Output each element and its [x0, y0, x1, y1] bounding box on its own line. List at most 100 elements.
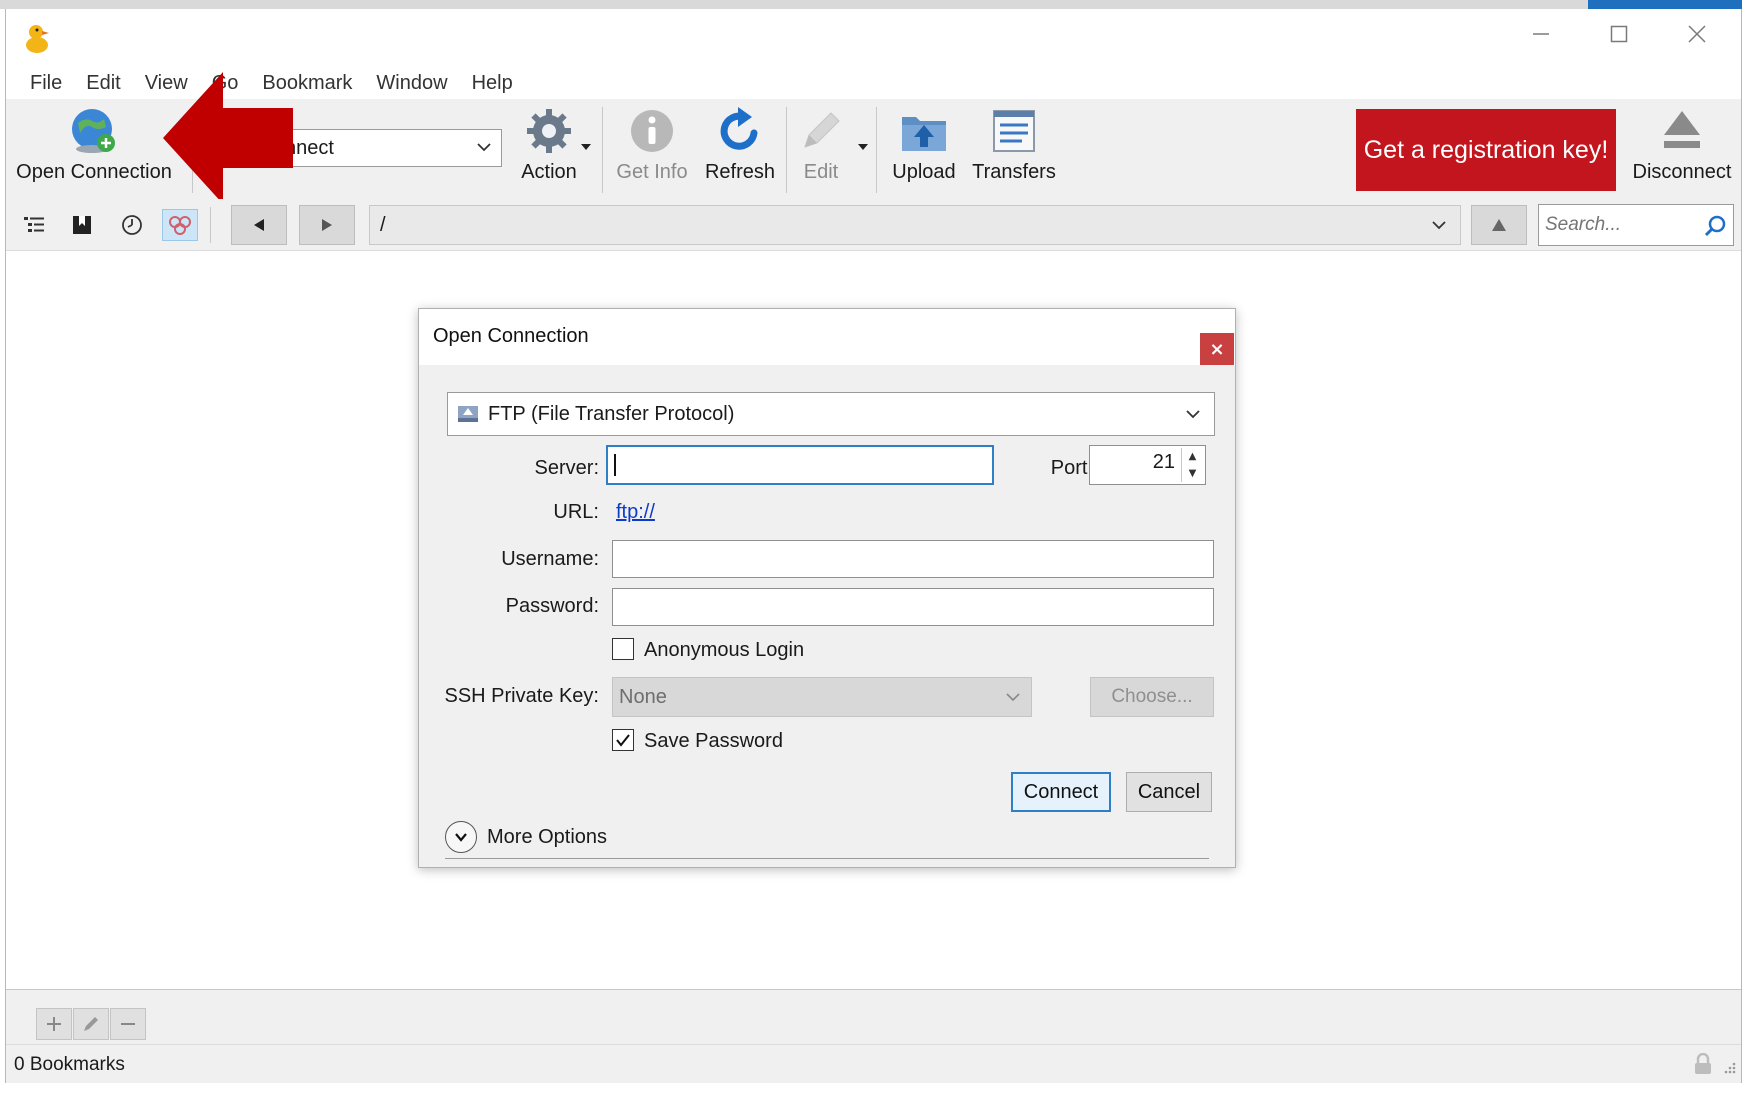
- plus-icon: [47, 1017, 61, 1031]
- protocol-select[interactable]: FTP (File Transfer Protocol): [447, 392, 1215, 436]
- search-field[interactable]: [1538, 204, 1734, 246]
- ssh-key-select[interactable]: None: [612, 677, 1032, 717]
- up-arrow-icon: [1492, 219, 1506, 231]
- menu-file[interactable]: File: [18, 72, 74, 95]
- open-connection-button[interactable]: Open Connection: [14, 105, 174, 195]
- parent-directory-button[interactable]: [1471, 205, 1527, 245]
- toolbar-separator: [786, 107, 787, 193]
- transfers-label: Transfers: [972, 161, 1056, 183]
- quick-connect-combo[interactable]: nnect: [274, 129, 502, 167]
- back-arrow-icon: [254, 219, 264, 231]
- eject-icon: [1656, 105, 1708, 157]
- cancel-button[interactable]: Cancel: [1126, 772, 1212, 812]
- window-close-button[interactable]: [1667, 19, 1727, 49]
- password-input[interactable]: [613, 589, 1213, 625]
- chevron-down-icon: [477, 143, 491, 152]
- spin-up-icon[interactable]: ▲: [1182, 448, 1203, 465]
- minimize-button[interactable]: [1511, 19, 1571, 49]
- connect-button[interactable]: Connect: [1011, 772, 1111, 812]
- desktop-background: [0, 0, 1742, 9]
- menu-help[interactable]: Help: [460, 72, 525, 95]
- path-bar: /: [6, 199, 1741, 251]
- more-options-divider: [445, 858, 1209, 859]
- refresh-button[interactable]: Refresh: [700, 105, 780, 195]
- password-field[interactable]: [612, 588, 1214, 626]
- username-label: Username:: [501, 548, 599, 570]
- open-connection-dialog: Open Connection × FTP (File Transfer Pro…: [418, 308, 1236, 868]
- pathbar-separator: [210, 207, 211, 243]
- search-input[interactable]: [1545, 214, 1695, 236]
- url-label: URL:: [553, 501, 599, 523]
- bookmark-count: 0 Bookmarks: [14, 1054, 125, 1075]
- edit-label: Edit: [803, 161, 839, 183]
- chevron-down-icon: [1432, 221, 1446, 230]
- refresh-label: Refresh: [704, 161, 776, 183]
- search-icon: [1704, 215, 1726, 237]
- edit-button[interactable]: Edit: [791, 105, 851, 195]
- more-options-label: More Options: [487, 825, 608, 848]
- username-field[interactable]: [612, 540, 1214, 578]
- chevron-down-icon: [1186, 410, 1200, 419]
- anonymous-login-checkbox[interactable]: [612, 638, 634, 660]
- gear-icon: [523, 105, 575, 157]
- more-options-toggle[interactable]: More Options: [445, 821, 607, 853]
- server-field[interactable]: [606, 445, 994, 485]
- outline-view-icon[interactable]: [16, 209, 52, 241]
- anonymous-login-label: Anonymous Login: [644, 639, 805, 661]
- registration-button[interactable]: Get a registration key!: [1356, 109, 1616, 191]
- port-stepper[interactable]: 21 ▲ ▼: [1089, 445, 1206, 485]
- path-combo[interactable]: /: [369, 205, 1461, 245]
- maximize-button[interactable]: [1589, 19, 1649, 49]
- drive-icon: [458, 406, 478, 422]
- annotation-arrow-icon: [163, 72, 293, 204]
- port-value: 21: [1152, 451, 1175, 473]
- info-icon: [626, 105, 678, 157]
- toolbar-separator: [876, 107, 877, 193]
- resize-grip-icon[interactable]: [1721, 1059, 1737, 1075]
- bonjour-icon[interactable]: [162, 209, 198, 241]
- upload-folder-icon: [898, 105, 950, 157]
- delete-bookmark-button[interactable]: [110, 1008, 146, 1040]
- chevron-down-circle-icon: [445, 821, 477, 853]
- menu-edit[interactable]: Edit: [74, 72, 132, 95]
- save-password-label: Save Password: [644, 730, 783, 752]
- add-bookmark-button[interactable]: [36, 1008, 72, 1040]
- protocol-value: FTP (File Transfer Protocol): [488, 402, 735, 425]
- back-button[interactable]: [231, 205, 287, 245]
- url-link[interactable]: ftp://: [616, 501, 655, 524]
- path-value: /: [380, 213, 386, 236]
- lock-icon: [1695, 1053, 1711, 1074]
- duck-icon: [22, 19, 52, 55]
- text-caret: [614, 454, 616, 476]
- ssh-key-value: None: [619, 685, 667, 708]
- dialog-title-bar: Open Connection: [419, 309, 1235, 365]
- transfers-icon: [988, 105, 1040, 157]
- save-password-checkbox[interactable]: [612, 729, 634, 751]
- toolbar-separator: [602, 107, 603, 193]
- port-spinner[interactable]: ▲ ▼: [1181, 448, 1203, 482]
- menu-window[interactable]: Window: [364, 72, 459, 95]
- username-input[interactable]: [613, 541, 1213, 577]
- forward-arrow-icon: [322, 219, 332, 231]
- upload-label: Upload: [892, 161, 956, 183]
- spin-down-icon[interactable]: ▼: [1182, 465, 1203, 482]
- edit-bookmark-button[interactable]: [73, 1008, 109, 1040]
- dropdown-caret-icon: [581, 144, 591, 150]
- pencil-icon: [84, 1017, 98, 1031]
- disconnect-button[interactable]: Disconnect: [1626, 105, 1738, 195]
- dropdown-caret-icon: [858, 144, 868, 150]
- upload-button[interactable]: Upload: [884, 105, 964, 195]
- transfers-button[interactable]: Transfers: [966, 105, 1062, 195]
- choose-key-button[interactable]: Choose...: [1090, 677, 1214, 717]
- port-label: Port:: [1050, 457, 1093, 479]
- minus-icon: [121, 1023, 135, 1025]
- get-info-button[interactable]: Get Info: [612, 105, 692, 195]
- server-input[interactable]: [608, 447, 992, 483]
- action-label: Action: [521, 161, 577, 183]
- forward-button[interactable]: [299, 205, 355, 245]
- dialog-close-button[interactable]: ×: [1200, 333, 1234, 365]
- globe-plus-icon: [68, 105, 120, 157]
- disconnect-label: Disconnect: [1632, 161, 1732, 183]
- bookmarks-icon[interactable]: [64, 209, 100, 241]
- history-icon[interactable]: [114, 209, 150, 241]
